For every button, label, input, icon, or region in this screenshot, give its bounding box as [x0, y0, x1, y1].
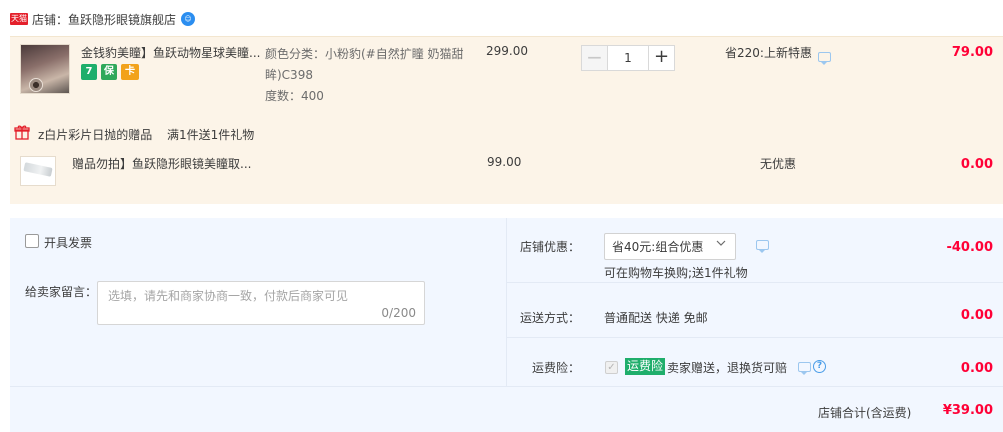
- shop-name-link[interactable]: 店铺：鱼跃隐形眼镜旗舰店: [32, 11, 176, 28]
- gift-title-link[interactable]: 赠品勿拍】鱼跃隐形眼镜美瞳取...: [72, 155, 252, 172]
- gift-header-label: z白片彩片日抛的赠品: [38, 128, 153, 142]
- item-promo-text: 省220:上新特惠: [725, 46, 812, 60]
- item-sku-degree: 度数：400: [265, 89, 324, 103]
- panel-divider: [506, 282, 1003, 283]
- quantity-input[interactable]: 1: [608, 45, 648, 71]
- shop-subtotal-label: 店铺合计(含运费): [818, 406, 912, 420]
- quantity-decrease-button[interactable]: −: [581, 45, 608, 71]
- shop-discount-amount: -40.00: [946, 240, 993, 255]
- item-total-price: 79.00: [951, 45, 993, 60]
- gift-unit-price: 99.00: [487, 155, 522, 169]
- item-title-link[interactable]: 金钱豹美瞳】鱼跃动物星球美瞳...: [81, 44, 261, 61]
- gift-promo-text: 无优惠: [760, 157, 797, 171]
- shipping-method-text: 普通配送 快递 免邮: [604, 311, 708, 325]
- shipping-insurance-checkbox[interactable]: ✓: [605, 361, 618, 374]
- gift-header: [10, 116, 1003, 148]
- seller-message-placeholder: 选填，请先和商家协商一致，付款后商家可见: [108, 289, 349, 303]
- invoice-label[interactable]: 开具发票: [44, 234, 92, 251]
- shipping-method-label: 运送方式：: [519, 311, 580, 325]
- shipping-fee: 0.00: [960, 308, 993, 323]
- shop-discount-note: 可在购物车换购;送1件礼物: [604, 266, 748, 280]
- item-thumbnail[interactable]: [20, 44, 70, 94]
- quantity-increase-button[interactable]: +: [648, 45, 675, 71]
- shipping-insurance-badge: 运费险: [625, 358, 666, 375]
- tmall-badge: 天猫: [10, 13, 28, 25]
- help-icon[interactable]: ?: [813, 360, 826, 373]
- guarantee-icon[interactable]: 保: [101, 64, 117, 80]
- shop-discount-label: 店铺优惠：: [519, 240, 580, 254]
- seller-message-char-count: 0/200: [381, 306, 416, 320]
- shipping-insurance-text: 卖家赠送，退换货可赔: [667, 361, 788, 375]
- invoice-checkbox[interactable]: [25, 234, 39, 248]
- panel-divider: [10, 386, 1003, 387]
- seller-message-label: 给卖家留言：: [25, 285, 98, 299]
- gift-header-rule: 满1件送1件礼物: [167, 128, 255, 142]
- promo-message-icon[interactable]: [818, 52, 831, 65]
- shop-discount-selected-value: 省40元:组合优惠: [612, 240, 704, 254]
- chevron-down-icon: [716, 240, 726, 246]
- gift-total-price: 0.00: [960, 157, 993, 172]
- item-sku-color: 颜色分类：小粉豹(#自然扩瞳 奶猫甜眸)C398: [265, 47, 464, 82]
- item-sku: 颜色分类：小粉豹(#自然扩瞳 奶猫甜眸)C398 度数：400: [265, 44, 475, 107]
- credit-card-icon[interactable]: 卡: [121, 64, 139, 80]
- panel-divider: [506, 218, 507, 386]
- shop-subtotal-amount: ¥39.00: [942, 403, 993, 418]
- shipping-insurance-label: 运费险：: [531, 361, 580, 375]
- item-unit-price: 299.00: [486, 44, 528, 58]
- discount-message-icon[interactable]: [756, 240, 769, 253]
- wangwang-chat-icon[interactable]: ☺: [181, 12, 195, 26]
- panel-divider: [506, 337, 1003, 338]
- shipping-insurance-fee: 0.00: [960, 361, 993, 376]
- seven-day-return-icon[interactable]: 7: [81, 64, 97, 80]
- insurance-message-icon[interactable]: [798, 362, 811, 375]
- thumbnail-eye-graphic: [29, 78, 43, 92]
- gift-icon: [14, 125, 30, 140]
